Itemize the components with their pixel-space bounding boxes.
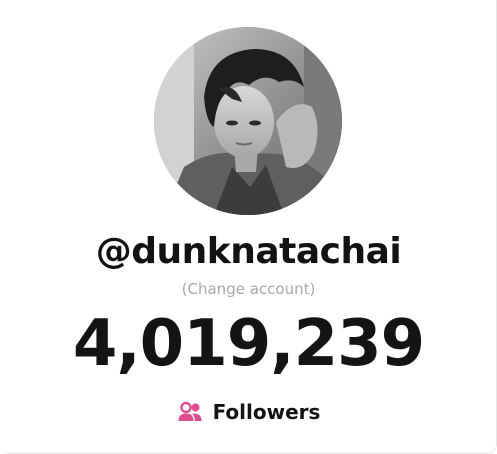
change-account-link[interactable]: (Change account) [0,280,497,298]
profile-avatar [154,27,342,215]
profile-card: @dunknatachai (Change account) 4,019,239… [0,0,497,454]
follower-count: 4,019,239 [72,307,425,381]
users-icon [177,401,203,423]
followers-label: Followers [212,400,321,424]
followers-row: Followers [0,400,497,424]
avatar-image [154,27,342,215]
username: @dunknatachai [95,231,402,272]
